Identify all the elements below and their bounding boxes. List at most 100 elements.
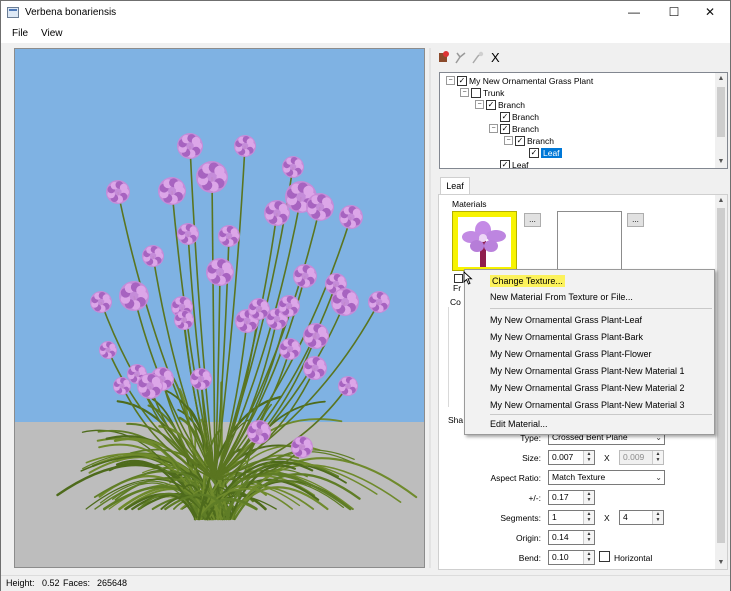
tree-node[interactable]: ✓ Branch bbox=[489, 110, 539, 122]
tree-scrollbar[interactable]: ▲ ▼ bbox=[715, 73, 727, 168]
material-checkbox[interactable] bbox=[454, 274, 463, 283]
menu-separator bbox=[490, 414, 712, 415]
origin-input[interactable]: 0.14 ▲ ▼ bbox=[548, 530, 595, 545]
origin-spinner[interactable]: ▲ ▼ bbox=[583, 531, 594, 544]
segments-input[interactable]: 1 ▲ ▼ bbox=[548, 510, 595, 525]
menu-change-texture[interactable]: Change Texture... bbox=[465, 273, 714, 289]
size-input[interactable]: 0.007 ▲ ▼ bbox=[548, 450, 595, 465]
scroll-down-icon[interactable]: ▼ bbox=[715, 557, 727, 569]
partial-label-co: Co bbox=[450, 297, 461, 307]
splitter[interactable] bbox=[429, 48, 431, 568]
tree-node[interactable]: − ✓ Branch bbox=[489, 122, 539, 134]
tree-expander-icon[interactable]: − bbox=[475, 100, 484, 110]
origin-value: 0.14 bbox=[552, 532, 569, 542]
segments-spinner-2[interactable]: ▲ ▼ bbox=[652, 511, 663, 524]
maximize-button[interactable]: ☐ bbox=[655, 1, 693, 24]
menu-edit-material[interactable]: Edit Material... bbox=[465, 416, 714, 432]
bend-input[interactable]: 0.10 ▲ ▼ bbox=[548, 550, 595, 565]
size-x-label: X bbox=[604, 453, 610, 463]
tree-scroll-thumb[interactable] bbox=[717, 87, 725, 137]
flower-cluster bbox=[306, 193, 334, 221]
add-node-icon[interactable] bbox=[436, 50, 451, 65]
flower-cluster bbox=[119, 281, 149, 311]
tree-node[interactable]: − ✓ Branch bbox=[504, 134, 554, 146]
tree-node-checkbox[interactable]: ✓ bbox=[500, 111, 510, 122]
delete-icon[interactable]: X bbox=[491, 50, 506, 65]
bend-spinner[interactable]: ▲ ▼ bbox=[583, 551, 594, 564]
segments-spinner[interactable]: ▲ ▼ bbox=[583, 511, 594, 524]
flower-cluster bbox=[137, 373, 163, 399]
tree-expander-icon[interactable]: − bbox=[504, 136, 513, 146]
tab-leaf[interactable]: Leaf bbox=[440, 177, 470, 195]
minimize-button[interactable]: — bbox=[615, 1, 653, 24]
menu-material-item[interactable]: My New Ornamental Grass Plant-New Materi… bbox=[465, 363, 714, 379]
menu-view[interactable]: View bbox=[41, 28, 63, 39]
tree-node-checkbox[interactable]: ✓ bbox=[486, 99, 496, 110]
leaf-tool-icon[interactable] bbox=[470, 50, 485, 65]
menu-material-item[interactable]: My New Ornamental Grass Plant-Leaf bbox=[465, 312, 714, 328]
faces-value: 265648 bbox=[97, 578, 128, 588]
segments-input-2[interactable]: 4 ▲ ▼ bbox=[619, 510, 664, 525]
tree-expander-icon[interactable]: − bbox=[489, 124, 498, 134]
panel-scroll-thumb[interactable] bbox=[717, 208, 725, 543]
bend-value: 0.10 bbox=[552, 552, 569, 562]
chevron-down-icon: ⌄ bbox=[655, 473, 662, 482]
menu-material-item[interactable]: My New Ornamental Grass Plant-New Materi… bbox=[465, 380, 714, 396]
scroll-down-icon[interactable]: ▼ bbox=[715, 156, 727, 168]
material-swatch-empty[interactable] bbox=[557, 211, 622, 271]
menu-separator bbox=[490, 308, 712, 309]
tree-node-checkbox[interactable]: ✓ bbox=[515, 135, 525, 146]
menu-material-item[interactable]: My New Ornamental Grass Plant-New Materi… bbox=[465, 397, 714, 413]
menu-material-item[interactable]: My New Ornamental Grass Plant-Flower bbox=[465, 346, 714, 362]
tree-node-checkbox[interactable]: ✓ bbox=[529, 147, 539, 158]
branch-tool-icon[interactable] bbox=[453, 50, 468, 65]
tree-node[interactable]: − ✓ My New Ornamental Grass Plant bbox=[446, 74, 593, 86]
flower-cluster bbox=[158, 177, 186, 205]
flower-cluster bbox=[206, 258, 234, 286]
scroll-up-icon[interactable]: ▲ bbox=[715, 195, 727, 207]
plusminus-spinner[interactable]: ▲ ▼ bbox=[583, 491, 594, 504]
tree-node-label: Leaf bbox=[512, 159, 529, 169]
plant-viewport[interactable] bbox=[14, 48, 425, 568]
color-group-border bbox=[448, 307, 460, 407]
material-browse-button-1[interactable]: ... bbox=[524, 213, 541, 227]
tree-expander-icon[interactable]: − bbox=[446, 76, 455, 86]
tree-node[interactable]: ✓ Leaf bbox=[518, 146, 562, 158]
menu-new-material[interactable]: New Material From Texture or File... bbox=[465, 289, 714, 305]
tree-node-checkbox[interactable] bbox=[471, 87, 481, 98]
tree-node-label: Branch bbox=[512, 111, 539, 122]
flower-cluster bbox=[190, 368, 212, 390]
tree-node[interactable]: − Trunk bbox=[460, 86, 504, 98]
structure-tree[interactable]: − ✓ My New Ornamental Grass Plant − Trunk − ✓ B… bbox=[439, 72, 728, 169]
size-spinner-2: ▲ ▼ bbox=[652, 451, 663, 464]
plusminus-input[interactable]: 0.17 ▲ ▼ bbox=[548, 490, 595, 505]
tree-node-label: Branch bbox=[512, 123, 539, 134]
aspect-ratio-select[interactable]: Match Texture ⌄ bbox=[548, 470, 665, 485]
tree-node-checkbox[interactable]: ✓ bbox=[457, 75, 467, 86]
flower-cluster bbox=[99, 341, 117, 359]
material-swatch-selected[interactable] bbox=[452, 211, 517, 271]
tree-expander-icon[interactable]: − bbox=[460, 88, 469, 98]
segments-x-label: X bbox=[604, 513, 610, 523]
horizontal-label: Horizontal bbox=[614, 553, 653, 563]
menu-file[interactable]: File bbox=[12, 28, 28, 39]
size-spinner[interactable]: ▲ ▼ bbox=[583, 451, 594, 464]
tree-node[interactable]: ✓ Leaf bbox=[489, 158, 529, 169]
tree-node[interactable]: − ✓ Branch bbox=[475, 98, 525, 110]
mouse-cursor-icon bbox=[463, 271, 473, 285]
aspect-ratio-value: Match Texture bbox=[552, 472, 606, 482]
segments-label: Segments: bbox=[500, 513, 541, 523]
material-browse-button-2[interactable]: ... bbox=[627, 213, 644, 227]
flower-cluster bbox=[264, 200, 290, 226]
size-value-2: 0.009 bbox=[623, 452, 645, 462]
tree-node-checkbox[interactable]: ✓ bbox=[500, 159, 510, 168]
tree-node-checkbox[interactable]: ✓ bbox=[500, 123, 510, 134]
menu-material-item[interactable]: My New Ornamental Grass Plant-Bark bbox=[465, 329, 714, 345]
horizontal-checkbox[interactable] bbox=[599, 551, 610, 562]
status-bar: Height: 0.52 Faces: 265648 bbox=[1, 575, 730, 591]
flower-cluster bbox=[90, 291, 112, 313]
scroll-up-icon[interactable]: ▲ bbox=[715, 73, 727, 85]
panel-scrollbar[interactable]: ▲ ▼ bbox=[715, 195, 727, 569]
app-window: Verbena bonariensis — ☐ ✕ File View X − bbox=[0, 0, 731, 591]
close-button[interactable]: ✕ bbox=[691, 1, 729, 24]
